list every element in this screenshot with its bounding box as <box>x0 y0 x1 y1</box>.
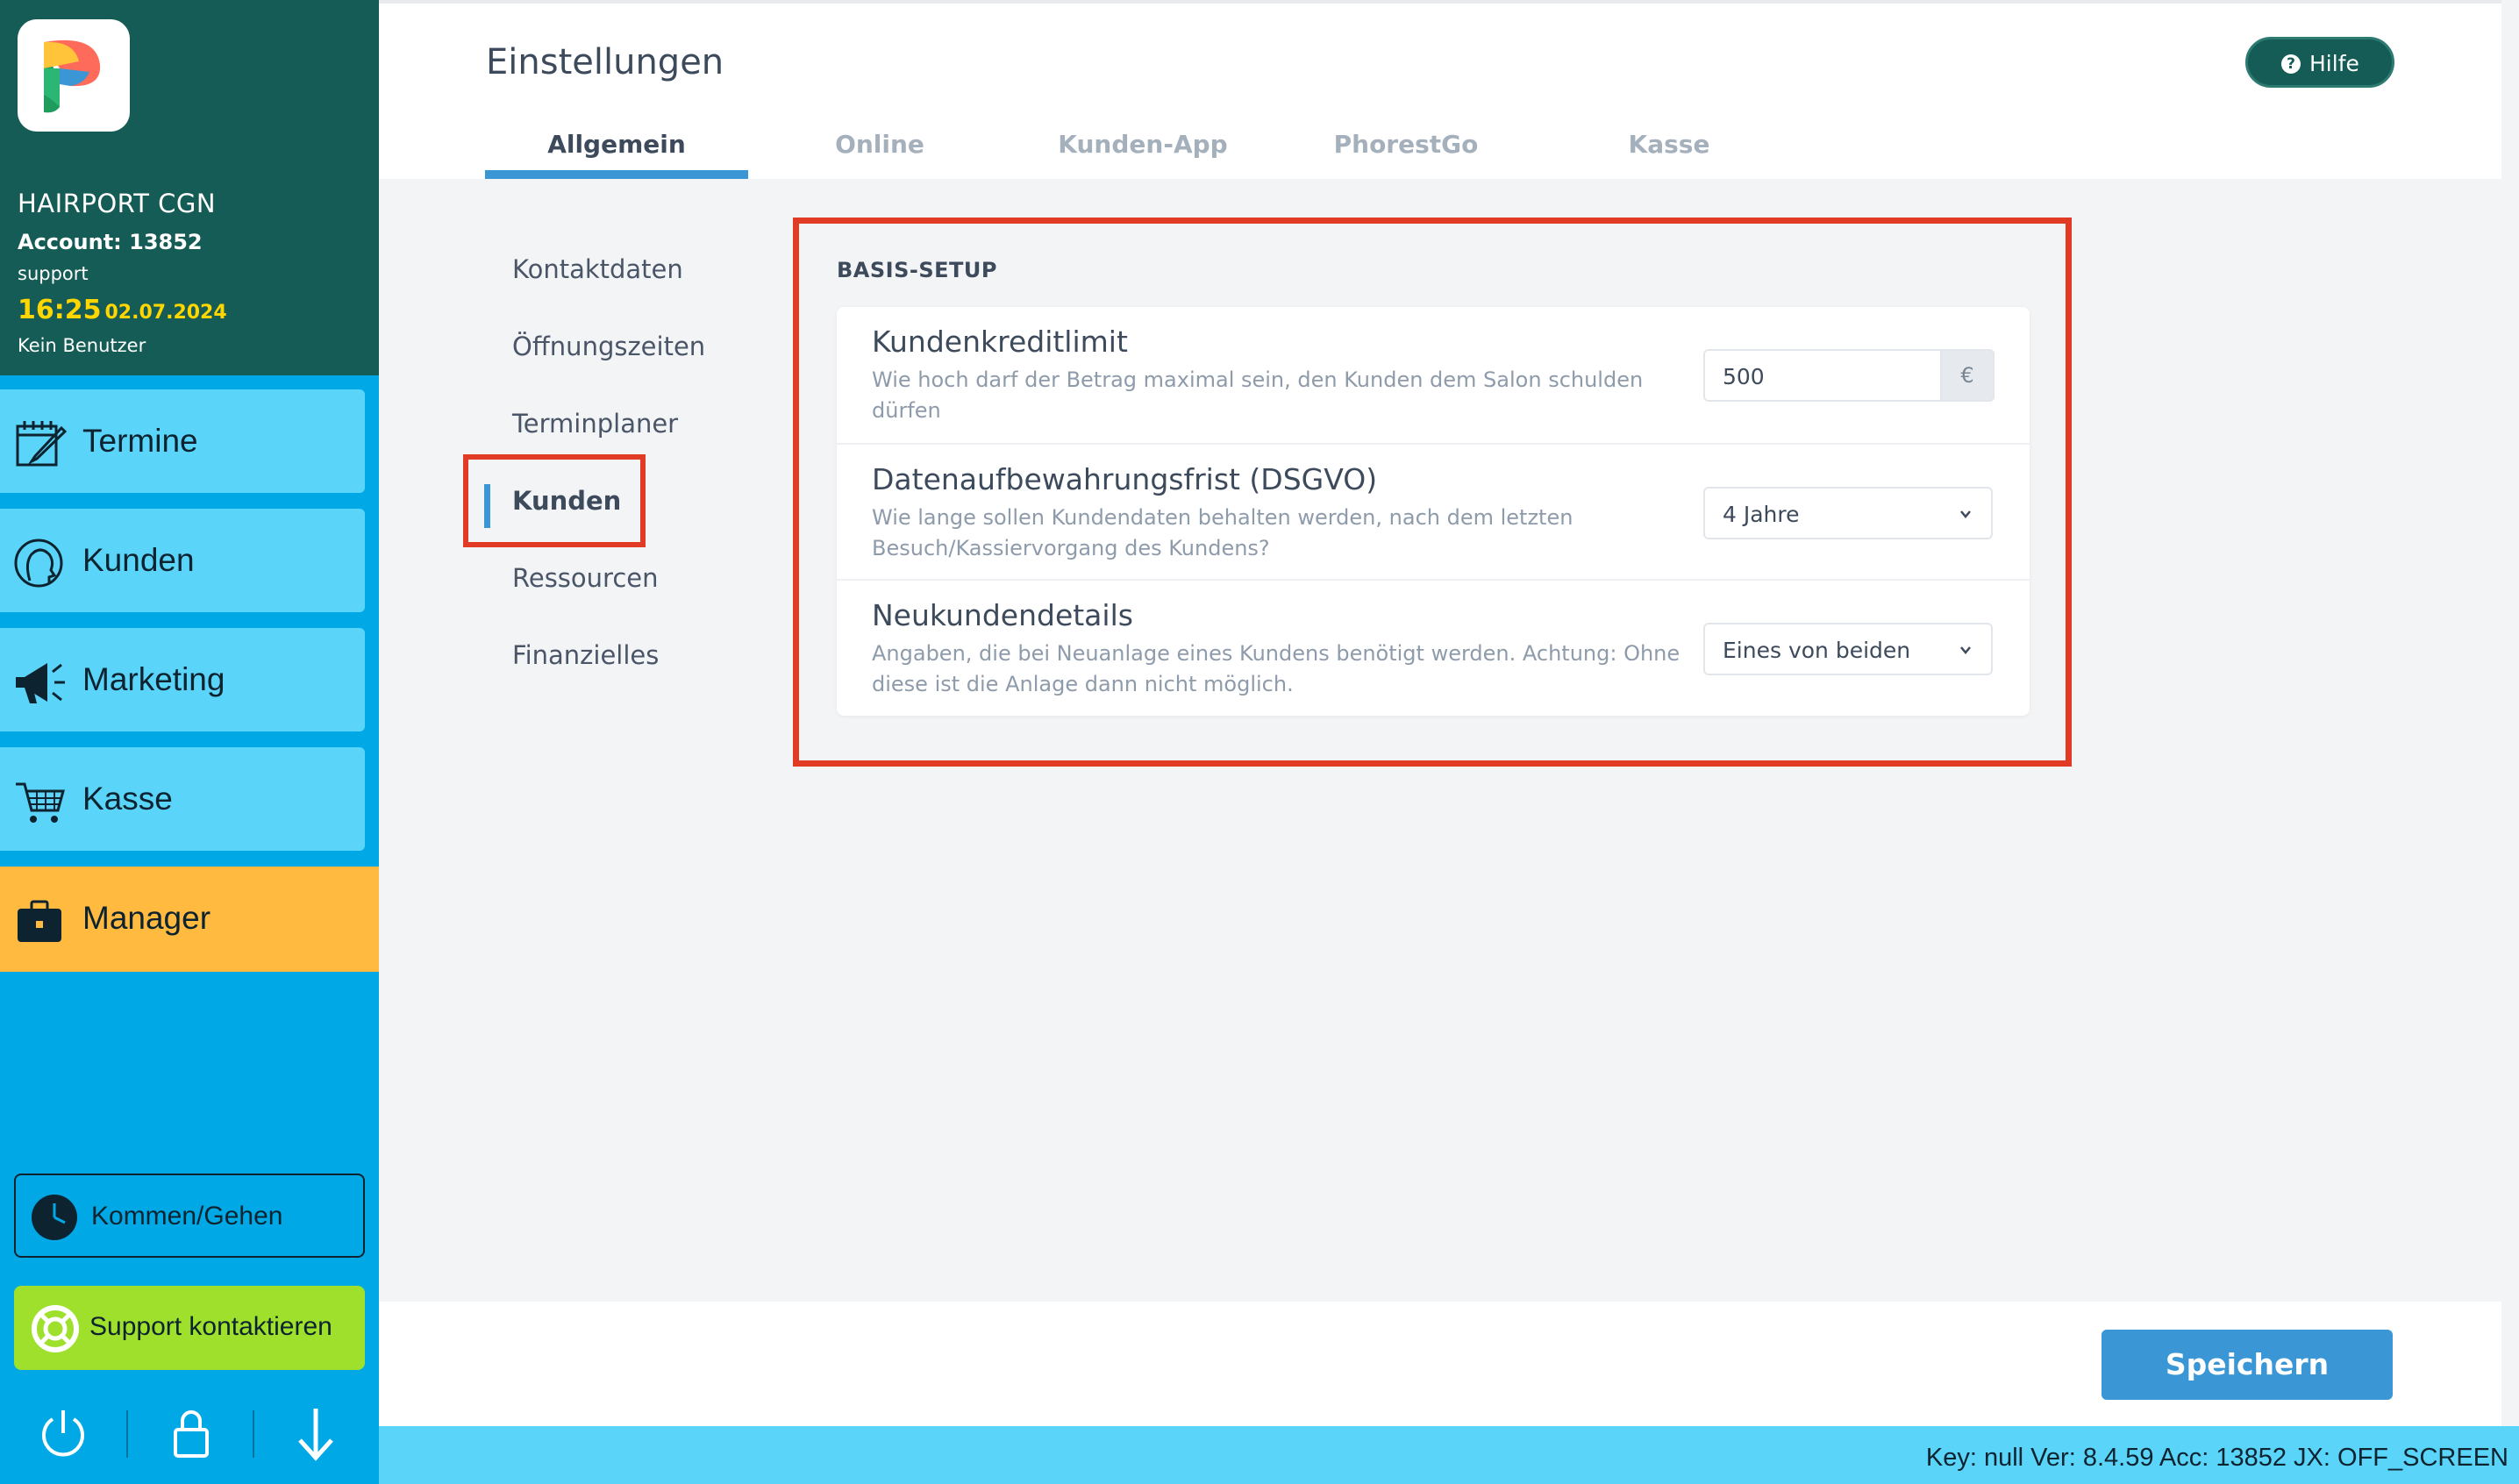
active-tab-indicator <box>485 170 748 179</box>
dsgvo-select[interactable]: 4 Jahre <box>1703 487 1993 539</box>
setting-row-kreditlimit: Kundenkreditlimit Wie hoch darf der Betr… <box>837 307 2030 443</box>
current-date: 02.07.2024 <box>104 302 227 324</box>
lifebuoy-icon <box>32 1305 79 1352</box>
subnav-ressourcen[interactable]: Ressourcen <box>512 563 658 593</box>
phorest-logo <box>18 19 130 132</box>
clock: 16:25 02.07.2024 <box>18 295 227 325</box>
nav-manager[interactable]: Manager <box>0 867 379 972</box>
help-label: Hilfe <box>2309 51 2359 76</box>
setting-description: Wie hoch darf der Betrag maximal sein, d… <box>872 367 1644 423</box>
nav-label: Manager <box>82 900 211 936</box>
briefcase-icon <box>18 900 61 942</box>
tab-allgemein[interactable]: Allgemein <box>485 130 748 159</box>
tab-kasse[interactable]: Kasse <box>1538 130 1801 159</box>
setting-title: Neukundendetails <box>872 598 1133 632</box>
section-title: BASIS-SETUP <box>837 258 997 282</box>
nav-label: Termine <box>82 423 198 459</box>
question-icon: ? <box>2281 54 2301 74</box>
highlight-box-kunden <box>463 454 646 547</box>
megaphone-icon <box>16 663 65 703</box>
subnav-oeffnungszeiten[interactable]: Öffnungszeiten <box>512 332 705 361</box>
tab-online[interactable]: Online <box>748 130 1011 159</box>
kreditlimit-input[interactable]: 500 € <box>1703 349 1995 402</box>
setting-row-neukunden: Neukundendetails Angaben, die bei Neuanl… <box>837 579 2030 715</box>
current-time: 16:25 <box>18 295 102 325</box>
kommen-gehen-label: Kommen/Gehen <box>91 1202 283 1231</box>
setting-title: Kundenkreditlimit <box>872 325 1128 359</box>
kreditlimit-value: 500 <box>1723 364 1765 389</box>
settings-card: Kundenkreditlimit Wie hoch darf der Betr… <box>837 307 2030 716</box>
kommen-gehen-button[interactable]: Kommen/Gehen <box>14 1174 365 1258</box>
power-icon[interactable] <box>37 1405 89 1461</box>
subnav-kontaktdaten[interactable]: Kontaktdaten <box>512 254 683 284</box>
divider <box>253 1410 254 1458</box>
right-edge <box>2501 0 2519 1426</box>
support-button[interactable]: Support kontaktieren <box>14 1286 365 1370</box>
nav-marketing[interactable]: Marketing <box>0 628 365 731</box>
user-name: support <box>18 263 89 284</box>
neukunden-select[interactable]: Eines von beiden <box>1703 623 1993 675</box>
chevron-down-icon <box>1960 510 1971 518</box>
support-label: Support kontaktieren <box>89 1312 332 1341</box>
footer: Speichern <box>379 1302 2501 1426</box>
nav-termine[interactable]: Termine <box>0 389 365 493</box>
tab-phorestgo[interactable]: PhorestGo <box>1274 130 1538 159</box>
nav-kunden[interactable]: Kunden <box>0 509 365 612</box>
calendar-icon <box>16 421 68 467</box>
nav-label: Kunden <box>82 542 195 578</box>
nav-label: Marketing <box>82 661 225 697</box>
neukunden-value: Eines von beiden <box>1723 638 1911 663</box>
arrow-down-icon[interactable] <box>289 1405 342 1461</box>
status-bar: Key: null Ver: 8.4.59 Acc: 13852 JX: OFF… <box>379 1426 2519 1484</box>
tab-kunden-app[interactable]: Kunden-App <box>1011 130 1274 159</box>
account-number: Account: 13852 <box>18 230 203 254</box>
page-title: Einstellungen <box>486 42 724 82</box>
setting-title: Datenaufbewahrungsfrist (DSGVO) <box>872 462 1378 496</box>
chevron-down-icon <box>1960 646 1971 654</box>
logged-in-user: Kein Benutzer <box>18 335 146 356</box>
setting-description: Wie lange sollen Kundendaten behalten we… <box>872 505 1573 560</box>
sidebar: HAIRPORT CGN Account: 13852 support 16:2… <box>0 0 379 1484</box>
subnav-finanzielles[interactable]: Finanzielles <box>512 640 659 670</box>
help-button[interactable]: ? Hilfe <box>2245 37 2394 88</box>
clock-icon <box>32 1195 77 1240</box>
sidebar-header: HAIRPORT CGN Account: 13852 support 16:2… <box>0 0 379 375</box>
settings-header: Einstellungen ? Hilfe Allgemein Online K… <box>379 4 2501 179</box>
setting-description: Angaben, die bei Neuanlage eines Kundens… <box>872 641 1681 696</box>
status-text: Key: null Ver: 8.4.59 Acc: 13852 JX: OFF… <box>1925 1444 2508 1472</box>
nav-kasse[interactable]: Kasse <box>0 747 365 851</box>
dsgvo-value: 4 Jahre <box>1723 502 1800 527</box>
divider <box>126 1410 128 1458</box>
customer-head-icon <box>14 539 63 588</box>
currency-addon: € <box>1940 349 1995 402</box>
salon-name: HAIRPORT CGN <box>18 189 217 218</box>
subnav-terminplaner[interactable]: Terminplaner <box>512 409 678 439</box>
cart-icon <box>16 782 65 823</box>
save-button[interactable]: Speichern <box>2102 1330 2393 1400</box>
nav-label: Kasse <box>82 781 173 817</box>
setting-row-dsgvo: Datenaufbewahrungsfrist (DSGVO) Wie lang… <box>837 443 2030 579</box>
lock-icon[interactable] <box>165 1405 218 1461</box>
